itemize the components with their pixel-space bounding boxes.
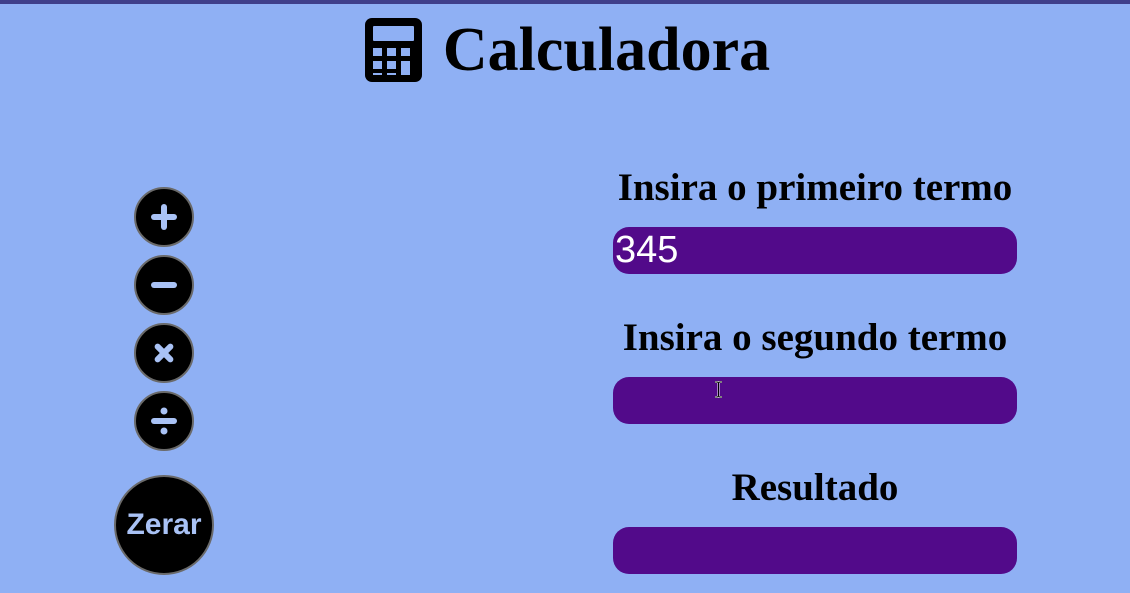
window-top-bar [0,0,1130,4]
reset-button[interactable]: Zerar [114,475,214,575]
divide-button[interactable] [134,391,194,451]
page-title: Calculadora [442,16,771,84]
multiply-button[interactable] [134,323,194,383]
subtract-button[interactable] [134,255,194,315]
minus-icon [151,282,177,288]
plus-icon [151,204,177,230]
second-term-label: Insira o segundo termo [622,316,1008,359]
first-term-input[interactable] [613,227,1017,274]
first-term-label: Insira o primeiro termo [617,166,1013,209]
divide-icon [151,407,177,435]
page-header: Calculadora [0,14,1130,86]
add-button[interactable] [134,187,194,247]
times-icon [154,343,174,363]
second-term-input[interactable] [613,377,1017,424]
calculator-icon [364,18,422,82]
result-label: Resultado [731,466,899,509]
result-output[interactable] [613,527,1017,574]
